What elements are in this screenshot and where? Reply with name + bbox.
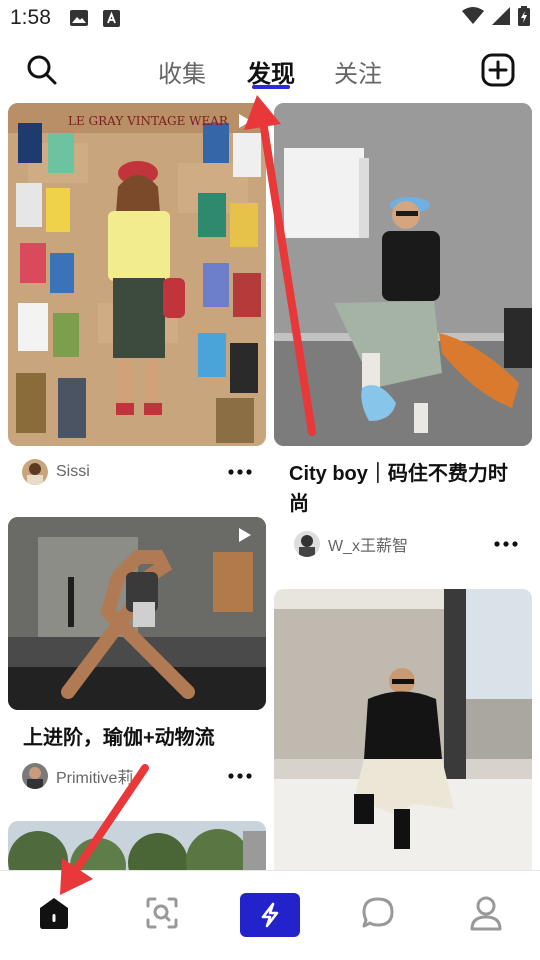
card-title[interactable]: City boy｜码住不费力时尚 (289, 459, 523, 519)
nav-profile[interactable] (466, 893, 506, 933)
post-image-trees[interactable] (8, 821, 266, 870)
yoga-photo (8, 517, 266, 710)
chat-icon (362, 897, 394, 928)
search-icon[interactable] (24, 52, 60, 88)
nav-messages[interactable] (358, 893, 398, 933)
wifi-icon (462, 7, 484, 24)
signal-icon (492, 7, 510, 25)
scan-icon (146, 897, 178, 929)
status-time: 1:58 (10, 6, 51, 29)
avatar (22, 763, 48, 789)
gallery-icon (70, 10, 88, 26)
video-play-icon (239, 528, 251, 542)
tab-collect[interactable]: 收集 (158, 54, 206, 89)
card-author[interactable]: W_x王薪智 (294, 531, 408, 557)
author-name: Primitive莉 (56, 770, 134, 787)
video-play-icon (239, 114, 251, 128)
street-style-photo (274, 589, 532, 870)
post-image-yoga[interactable] (8, 517, 266, 710)
active-tab-indicator (252, 85, 290, 89)
more-options-icon[interactable] (228, 773, 252, 779)
nav-scan[interactable] (142, 893, 182, 933)
top-header: 收集 发现 关注 (0, 40, 540, 100)
more-options-icon[interactable] (228, 469, 252, 475)
svg-text:LE GRAY VINTAGE WEAR: LE GRAY VINTAGE WEAR (68, 114, 229, 128)
city-boy-photo (274, 103, 532, 446)
status-indicators (462, 6, 530, 26)
status-bar: 1:58 (0, 0, 540, 36)
nav-boost-button[interactable] (240, 893, 300, 937)
trees-photo (8, 821, 266, 870)
avatar (22, 459, 48, 485)
add-post-icon[interactable] (480, 52, 516, 88)
post-image-vintage[interactable]: LE GRAY VINTAGE WEAR (8, 103, 266, 446)
card-author[interactable]: Sissi (22, 459, 90, 485)
post-image-city-boy[interactable] (274, 103, 532, 446)
post-image-street-style[interactable] (274, 589, 532, 870)
lightning-icon (261, 902, 279, 928)
profile-icon (470, 896, 502, 931)
more-options-icon[interactable] (494, 541, 518, 547)
author-name: Sissi (56, 463, 90, 480)
tab-discover[interactable]: 发现 (247, 54, 295, 89)
author-name: W_x王薪智 (328, 538, 409, 555)
vintage-photo: LE GRAY VINTAGE WEAR (8, 103, 266, 446)
card-title[interactable]: 上进阶，瑜伽+动物流 (23, 723, 257, 753)
app-notification-icon (103, 10, 120, 27)
tab-follow[interactable]: 关注 (334, 54, 382, 89)
bottom-navigation (0, 870, 540, 960)
battery-icon (518, 6, 530, 26)
card-author[interactable]: Primitive莉 (22, 763, 143, 789)
avatar (294, 531, 320, 557)
nav-home[interactable] (34, 893, 74, 933)
home-icon (40, 898, 68, 929)
